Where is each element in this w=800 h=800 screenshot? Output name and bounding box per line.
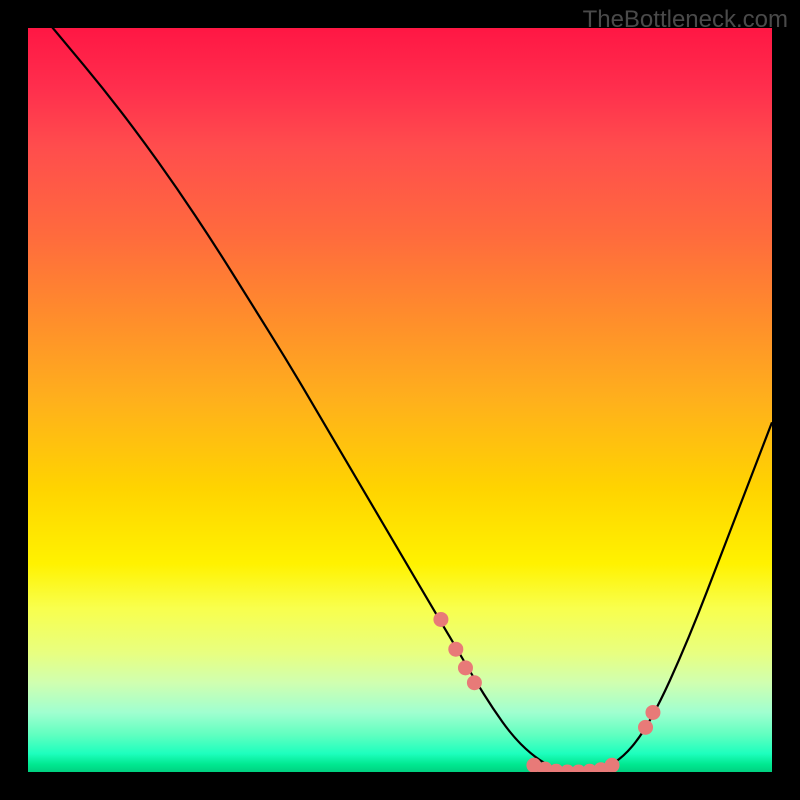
chart-plot-area (28, 28, 772, 772)
chart-marker-dot (458, 660, 473, 675)
chart-svg (28, 28, 772, 772)
chart-marker-dot (638, 720, 653, 735)
chart-marker-dot (467, 675, 482, 690)
chart-marker-dot (433, 612, 448, 627)
chart-marker-dot (448, 642, 463, 657)
chart-markers (433, 612, 660, 772)
watermark-text: TheBottleneck.com (583, 6, 788, 34)
chart-marker-dot (645, 705, 660, 720)
bottleneck-curve-line (28, 28, 772, 772)
